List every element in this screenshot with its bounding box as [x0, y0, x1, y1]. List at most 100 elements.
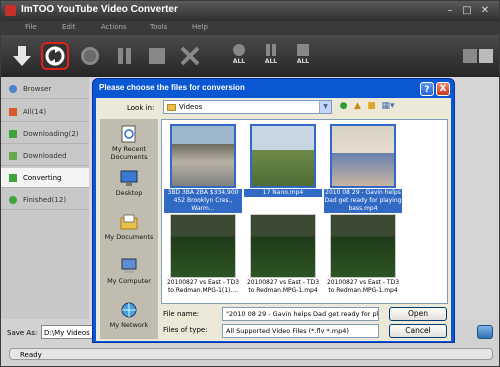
stop-button[interactable]: [144, 43, 170, 69]
place-recent[interactable]: My Recent Documents: [100, 121, 158, 165]
record-icon: [81, 47, 99, 65]
place-label: My Recent Documents: [110, 145, 148, 161]
chevron-down-icon: ▼: [319, 101, 331, 113]
grid-view-button[interactable]: [479, 49, 493, 63]
sidebar-item-label: All(14): [23, 108, 47, 116]
download-button[interactable]: [9, 43, 35, 69]
file-type-label: Files of type:: [163, 326, 208, 334]
sidebar-item-converting[interactable]: Converting: [1, 168, 89, 188]
status-bar: Ready: [9, 348, 493, 360]
sidebar-item-all[interactable]: All(14): [1, 102, 89, 122]
cancel-button[interactable]: Cancel: [389, 324, 447, 338]
sidebar-item-browser[interactable]: Browser: [1, 79, 89, 99]
record-all-label: ALL: [232, 58, 246, 65]
video-thumbnail: [250, 124, 316, 188]
look-in-dropdown[interactable]: Videos ▼: [163, 100, 332, 114]
computer-icon: [121, 258, 137, 273]
place-my-documents[interactable]: My Documents: [100, 209, 158, 253]
minimize-button[interactable]: –: [443, 4, 457, 17]
download-icon: [9, 130, 17, 138]
help-button[interactable]: ?: [420, 82, 434, 96]
title-bar: ImTOO YouTube Video Converter – □ ✕: [1, 1, 499, 21]
places-bar: My Recent Documents Desktop My Documents…: [100, 119, 158, 339]
converting-icon: [9, 174, 17, 182]
up-folder-button[interactable]: ▲: [352, 101, 363, 112]
file-name-input[interactable]: "2010 08 29 - Gavin helps Dad get ready …: [222, 307, 379, 321]
sidebar: Browser All(14) Downloading(2) Downloade…: [1, 77, 89, 319]
sidebar-item-label: Downloaded: [23, 152, 67, 160]
toolbar: ALL ALL ALL: [1, 35, 499, 77]
file-list: 3BD 3BA 2BA $334,900 452 Brooklyn Cres.,…: [161, 119, 448, 304]
sidebar-item-downloaded[interactable]: Downloaded: [1, 146, 89, 166]
pause-all-label: ALL: [264, 58, 278, 65]
stop-icon: [149, 48, 165, 64]
sidebar-item-downloading[interactable]: Downloading(2): [1, 124, 89, 144]
sidebar-item-label: Downloading(2): [23, 130, 79, 138]
close-window-button[interactable]: ✕: [478, 4, 492, 17]
sidebar-item-label: Finished(12): [23, 196, 67, 204]
stop-all-button[interactable]: ALL: [290, 43, 316, 69]
pause-icon: [118, 48, 131, 64]
desktop-icon: [120, 170, 138, 186]
video-thumbnail: [170, 214, 236, 278]
view-menu-button[interactable]: ▦▾: [380, 101, 396, 112]
file-item[interactable]: 20100827 vs East - TD3 to Redman.MPG-1.m…: [324, 212, 402, 303]
video-thumbnail: [170, 124, 236, 188]
sidebar-item-label: Converting: [23, 174, 62, 182]
file-name: 3BD 3BA 2BA $334,900 452 Brooklyn Cres.,…: [164, 189, 242, 213]
pause-all-icon: [266, 44, 276, 56]
down-arrow-icon: [13, 46, 31, 66]
video-thumbnail: [250, 214, 316, 278]
new-folder-button[interactable]: ■: [366, 101, 377, 112]
open-file-dialog: Please choose the files for conversion ?…: [92, 78, 455, 343]
menu-help[interactable]: Help: [192, 23, 208, 31]
place-desktop[interactable]: Desktop: [100, 165, 158, 209]
finished-icon: [9, 196, 17, 204]
open-button[interactable]: Open: [389, 307, 447, 321]
list-view-button[interactable]: [463, 49, 477, 63]
save-as-field[interactable]: D:\My Videos: [41, 325, 96, 339]
folder-icon: [167, 104, 176, 111]
sidebar-item-finished[interactable]: Finished(12): [1, 190, 89, 210]
network-globe-icon: [121, 302, 137, 318]
place-my-network[interactable]: My Network: [100, 297, 158, 341]
video-thumbnail: [330, 124, 396, 188]
app-icon: [5, 5, 16, 16]
save-as-label: Save As:: [7, 329, 38, 337]
menu-bar: File Edit Actions Tools Help: [1, 21, 499, 35]
file-name: 20100827 vs East - TD3 to Redman.MPG-1(1…: [166, 279, 240, 294]
convert-icon: [45, 46, 65, 66]
file-name: 17 Nano.mp4: [244, 189, 322, 197]
pause-button[interactable]: [111, 43, 137, 69]
delete-icon: [180, 46, 200, 66]
record-all-button[interactable]: ALL: [226, 43, 252, 69]
video-thumbnail: [330, 214, 396, 278]
pause-all-button[interactable]: ALL: [258, 43, 284, 69]
file-item[interactable]: 17 Nano.mp4: [244, 122, 322, 214]
file-name: 2010 08 29 - Gavin helps Dad get ready f…: [324, 189, 402, 213]
delete-button[interactable]: [177, 43, 203, 69]
file-item[interactable]: 2010 08 29 - Gavin helps Dad get ready f…: [324, 122, 402, 214]
place-my-computer[interactable]: My Computer: [100, 253, 158, 297]
record-button[interactable]: [77, 43, 103, 69]
menu-edit[interactable]: Edit: [62, 23, 76, 31]
maximize-button[interactable]: □: [460, 4, 474, 17]
convert-button[interactable]: [41, 42, 69, 70]
file-item[interactable]: 3BD 3BA 2BA $334,900 452 Brooklyn Cres.,…: [164, 122, 242, 214]
menu-tools[interactable]: Tools: [150, 23, 167, 31]
stop-all-icon: [297, 44, 309, 56]
back-button[interactable]: ●: [338, 101, 349, 112]
place-label: My Documents: [104, 233, 154, 241]
dialog-close-button[interactable]: X: [436, 82, 450, 96]
look-in-label: Look in:: [127, 104, 155, 112]
open-folder-button[interactable]: [477, 325, 493, 339]
file-item[interactable]: 20100827 vs East - TD3 to Redman.MPG-1.m…: [244, 212, 322, 303]
file-item[interactable]: 20100827 vs East - TD3 to Redman.MPG-1(1…: [164, 212, 242, 303]
all-icon: [9, 108, 17, 116]
file-type-dropdown[interactable]: All Supported Video Files (*.flv *.mp4): [222, 324, 379, 338]
sidebar-item-label: Browser: [23, 85, 52, 93]
place-label: Desktop: [115, 189, 143, 197]
menu-actions[interactable]: Actions: [101, 23, 127, 31]
place-label: My Network: [109, 321, 149, 329]
menu-file[interactable]: File: [25, 23, 37, 31]
